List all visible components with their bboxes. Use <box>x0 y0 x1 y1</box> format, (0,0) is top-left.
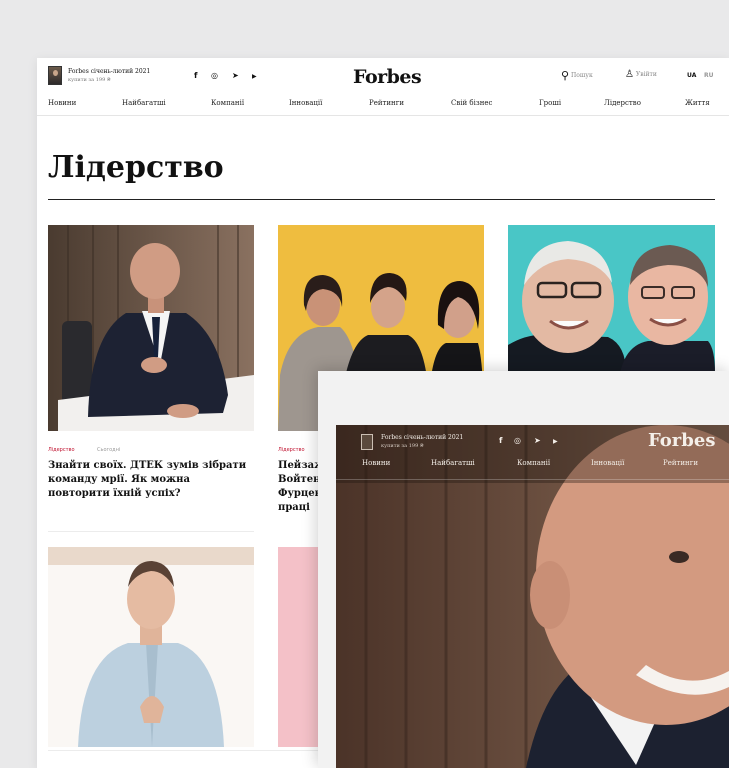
instagram-icon[interactable]: ◎ <box>211 71 218 80</box>
nav-item[interactable]: Свій бізнес <box>451 99 492 107</box>
article-title-line[interactable]: Знайти своїх. ДТЕК зумів зібрати <box>48 459 246 473</box>
nav-item[interactable]: Рейтинги <box>369 99 404 107</box>
youtube-icon[interactable]: ▶ <box>553 438 558 445</box>
overlay-nav-item[interactable]: Інновації <box>591 459 624 467</box>
magazine-cover-icon[interactable] <box>361 434 373 450</box>
article-tag[interactable]: Лідерство <box>48 447 75 453</box>
magazine-cover-icon[interactable] <box>48 66 62 85</box>
nav-item[interactable]: Новини <box>48 99 76 107</box>
overlay-nav-item[interactable]: Найбагатші <box>431 459 475 467</box>
overlay-nav-item[interactable]: Новини <box>362 459 390 467</box>
lang-ru[interactable]: RU <box>704 72 714 79</box>
instagram-icon[interactable]: ◎ <box>514 436 521 445</box>
overlay-nav-divider <box>336 479 729 480</box>
overlay-promo-title[interactable]: Forbes січень-лютий 2021 <box>381 434 463 441</box>
facebook-icon[interactable]: f <box>194 71 197 80</box>
top-bar: Forbes січень-лютий 2021 купити за 199 ₴… <box>37 58 729 94</box>
main-nav: Новини Найбагатші Компанії Інновації Рей… <box>37 94 729 116</box>
nav-item[interactable]: Лідерство <box>604 99 641 107</box>
promo-title[interactable]: Forbes січень-лютий 2021 <box>68 68 150 75</box>
login-button[interactable]: ♙ Увійти <box>625 69 657 80</box>
nav-item[interactable]: Найбагатші <box>122 99 166 107</box>
article-tag[interactable]: Лідерство <box>278 447 305 453</box>
nav-item[interactable]: Гроші <box>539 99 561 107</box>
article-image[interactable] <box>48 225 254 431</box>
lang-ua[interactable]: UA <box>687 72 696 79</box>
overlay-nav-item[interactable]: Компанії <box>517 459 550 467</box>
card-divider <box>48 531 254 532</box>
article-preview-overlay[interactable]: Forbes січень-лютий 2021 купити за 199 ₴… <box>318 371 729 768</box>
search-label: Пошук <box>570 72 593 79</box>
search-icon: ⚲ <box>561 69 570 82</box>
article-image[interactable] <box>508 225 715 373</box>
promo-subtitle[interactable]: купити за 199 ₴ <box>68 77 111 83</box>
nav-item[interactable]: Життя <box>685 99 710 107</box>
user-icon: ♙ <box>625 69 634 80</box>
article-date: Сьогодні <box>97 447 121 453</box>
telegram-icon[interactable]: ➤ <box>232 71 239 80</box>
nav-item[interactable]: Інновації <box>289 99 322 107</box>
title-divider <box>48 199 715 200</box>
article-title-line[interactable]: команду мрії. Як можна <box>48 473 190 487</box>
article-title-line[interactable]: повторити їхній успіх? <box>48 487 181 501</box>
nav-item[interactable]: Компанії <box>211 99 244 107</box>
overlay-forbes-logo[interactable]: Forbes <box>648 430 715 451</box>
overlay-promo-subtitle[interactable]: купити за 199 ₴ <box>381 443 424 449</box>
login-label: Увійти <box>635 71 657 78</box>
article-title-line[interactable]: праці <box>278 501 310 515</box>
search-button[interactable]: ⚲ Пошук <box>561 69 593 82</box>
overlay-nav-item[interactable]: Рейтинги <box>663 459 698 467</box>
page-title: Лідерство <box>48 150 224 185</box>
facebook-icon[interactable]: f <box>499 436 502 445</box>
article-title-line[interactable]: Войтен <box>278 473 320 487</box>
article-image[interactable] <box>48 547 254 747</box>
article-image[interactable] <box>278 547 323 747</box>
article-title-line[interactable]: Фурцев <box>278 487 322 501</box>
telegram-icon[interactable]: ➤ <box>534 436 541 445</box>
forbes-logo[interactable]: Forbes <box>353 66 422 88</box>
youtube-icon[interactable]: ▶ <box>252 73 257 80</box>
overlay-header: Forbes січень-лютий 2021 купити за 199 ₴… <box>336 425 729 477</box>
